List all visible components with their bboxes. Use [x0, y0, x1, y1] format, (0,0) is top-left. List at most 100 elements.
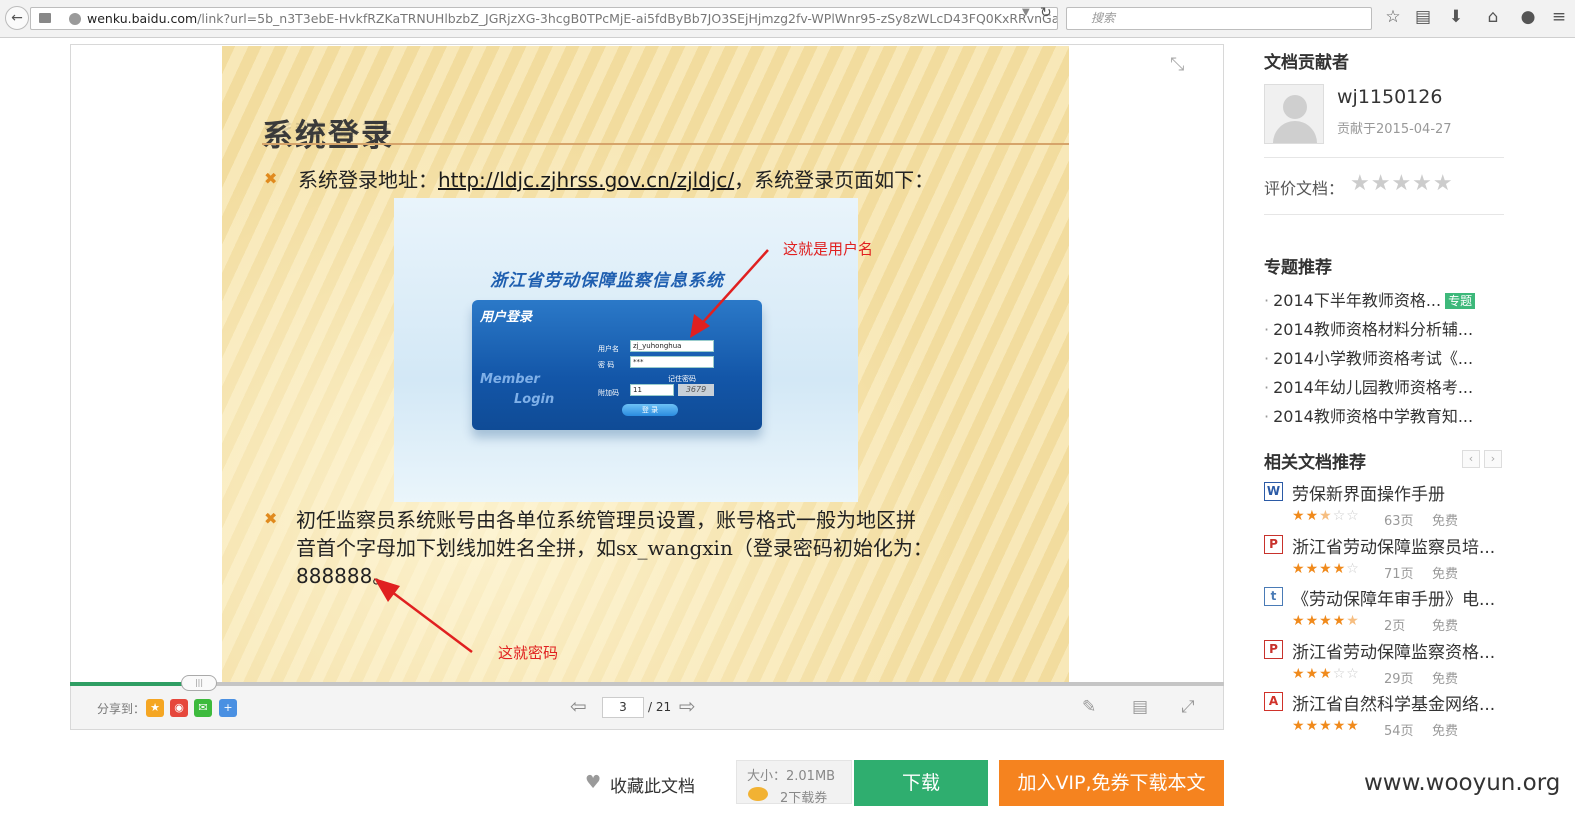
divider: [1264, 214, 1504, 215]
contribution-date: 贡献于2015-04-27: [1337, 122, 1452, 137]
favorite-button[interactable]: 收藏此文档: [610, 772, 695, 797]
vip-button[interactable]: 加入VIP,免券下载本文: [999, 760, 1224, 806]
captcha-label: 附加码: [598, 389, 619, 397]
login-button-image: 登 录: [622, 404, 678, 416]
ppt-doc-icon: P: [1264, 639, 1283, 659]
divider: [1264, 157, 1504, 158]
related-doc-title[interactable]: 浙江省自然科学基金网络...: [1292, 690, 1495, 715]
login-text: Login: [514, 392, 555, 407]
home-icon[interactable]: ⌂: [1482, 7, 1504, 27]
related-next-icon[interactable]: ›: [1484, 450, 1502, 468]
related-doc-price: 免费: [1432, 724, 1459, 739]
rating-stars[interactable]: ★★★★★: [1350, 171, 1454, 196]
related-doc-price: 免费: [1432, 619, 1459, 634]
username-annotation: 这就是用户名: [783, 240, 874, 258]
username-arrow: [690, 249, 769, 338]
url-dropdown-icon[interactable]: ▼: [1022, 7, 1030, 18]
wechat-share-icon[interactable]: ✉: [194, 699, 212, 717]
related-doc-pages: 29页: [1384, 671, 1414, 687]
menu-icon[interactable]: ≡: [1548, 7, 1570, 27]
related-prev-icon[interactable]: ‹: [1462, 450, 1480, 468]
password-field: ***: [630, 356, 714, 368]
reload-icon[interactable]: ↻: [1040, 5, 1052, 21]
topic-item[interactable]: 2014教师资格材料分析辅...: [1264, 316, 1473, 340]
edit-pencil-icon[interactable]: ✎: [1082, 697, 1096, 717]
more-share-icon[interactable]: +: [219, 699, 237, 717]
rate-label: 评价文档：: [1264, 179, 1345, 198]
topic-item[interactable]: 2014小学教师资格考试《...: [1264, 345, 1473, 369]
password-annotation: 这就密码: [498, 644, 559, 662]
password-label: 密 码: [598, 361, 615, 369]
related-doc-stars: ★★★☆☆: [1292, 508, 1360, 524]
word-doc-icon: W: [1264, 482, 1283, 501]
coin-icon: [748, 787, 768, 801]
search-input[interactable]: 搜索: [1066, 7, 1372, 30]
qzone-share-icon[interactable]: ★: [146, 699, 164, 717]
star-icon[interactable]: ☆: [1382, 7, 1404, 27]
related-doc-pages: 63页: [1384, 514, 1414, 529]
related-doc-stars: ★★★★★: [1292, 718, 1360, 734]
related-doc-price: 免费: [1432, 671, 1459, 687]
url-path: /link?url=5b_n3T3ebE-HvkfRZKaTRNUHlbzbZ_…: [197, 11, 1058, 26]
chat-icon[interactable]: ●: [1517, 7, 1539, 27]
captcha-image: 3679: [678, 384, 714, 396]
bullet-icon: ✖: [264, 509, 278, 528]
bullet-1-suffix: ，系统登录页面如下：: [734, 168, 935, 192]
download-button[interactable]: 下载: [854, 760, 988, 806]
download-icon[interactable]: ⬇: [1445, 7, 1467, 27]
related-doc-stars: ★★★★☆: [1292, 560, 1360, 577]
tab-groups-icon[interactable]: [39, 13, 51, 23]
login-header: 用户登录: [480, 310, 533, 325]
related-doc-pages: 54页: [1384, 724, 1414, 739]
progress-handle[interactable]: |||: [181, 675, 217, 691]
progress-fill: [70, 682, 197, 686]
related-doc-title[interactable]: 浙江省劳动保障监察资格...: [1292, 638, 1495, 663]
related-doc-stars: ★★★☆☆: [1292, 665, 1360, 682]
exit-fullscreen-icon[interactable]: ⤡: [1170, 54, 1184, 75]
related-doc-price: 免费: [1432, 514, 1459, 529]
related-doc-title[interactable]: 浙江省劳动保障监察员培...: [1292, 533, 1495, 558]
slide-page: 系统登录 系统登录 ✖ 系统登录地址：http://ldjc.zjhrss.go…: [222, 46, 1069, 682]
ppt-doc-icon: P: [1264, 534, 1283, 554]
related-doc-title[interactable]: 《劳动保障年审手册》电...: [1292, 585, 1495, 610]
reading-list-icon[interactable]: ▤: [1412, 7, 1434, 27]
url-bar[interactable]: wenku.baidu.com/link?url=5b_n3T3ebE-Hvkf…: [30, 7, 1058, 30]
topics-heading: 专题推荐: [1264, 258, 1332, 278]
fullscreen-icon[interactable]: ⤢: [1181, 697, 1195, 717]
topic-item[interactable]: 2014年幼儿园教师资格考...: [1264, 374, 1473, 398]
document-icon[interactable]: ▤: [1132, 697, 1148, 717]
topic-item[interactable]: 2014下半年教师资格...专题: [1264, 287, 1476, 311]
topic-item[interactable]: 2014教师资格中学教育知...: [1264, 403, 1473, 427]
progress-track: [70, 682, 1224, 686]
back-arrow-icon[interactable]: ←: [5, 6, 29, 30]
site-identity-icon[interactable]: [69, 13, 81, 25]
bullet-icon: ✖: [264, 169, 278, 188]
heart-icon[interactable]: ♥: [585, 772, 601, 793]
watermark: www.wooyun.org: [1364, 770, 1561, 796]
viewer-toolbar: [71, 686, 1223, 729]
txt-doc-icon: t: [1264, 587, 1283, 606]
contributor-name[interactable]: wj1150126: [1337, 86, 1442, 108]
next-page-icon[interactable]: ⇨: [679, 694, 696, 718]
member-text: Member: [480, 372, 540, 387]
topic-badge: 专题: [1445, 293, 1476, 309]
avatar[interactable]: [1264, 84, 1324, 144]
related-doc-title[interactable]: 劳保新界面操作手册: [1292, 480, 1445, 505]
login-url-link[interactable]: http://ldjc.zjhrss.gov.cn/zjldjc/: [438, 168, 734, 192]
bullet-1: 系统登录地址：http://ldjc.zjhrss.gov.cn/zjldjc/…: [298, 164, 934, 193]
contributor-heading: 文档贡献者: [1264, 53, 1349, 73]
page-number-input[interactable]: 3: [602, 697, 644, 718]
username-label: 用户名: [598, 345, 619, 353]
weibo-share-icon[interactable]: ◉: [170, 699, 188, 717]
related-doc-pages: 71页: [1384, 566, 1414, 582]
related-doc-price: 免费: [1432, 566, 1459, 582]
slide-title: 系统登录: [262, 118, 394, 154]
pdf-doc-icon: A: [1264, 692, 1283, 711]
prev-page-icon[interactable]: ⇦: [570, 694, 587, 718]
file-size: 大小：2.01MB: [747, 769, 836, 784]
share-label: 分享到：: [97, 702, 146, 716]
url-host: wenku.baidu.com: [87, 11, 198, 26]
remember-checkbox: 记住密码: [668, 375, 696, 383]
related-doc-stars: ★★★★★: [1292, 613, 1360, 629]
bullet-2-line-1: 初任监察员系统账号由各单位系统管理员设置，账号格式一般为地区拼: [296, 508, 916, 532]
